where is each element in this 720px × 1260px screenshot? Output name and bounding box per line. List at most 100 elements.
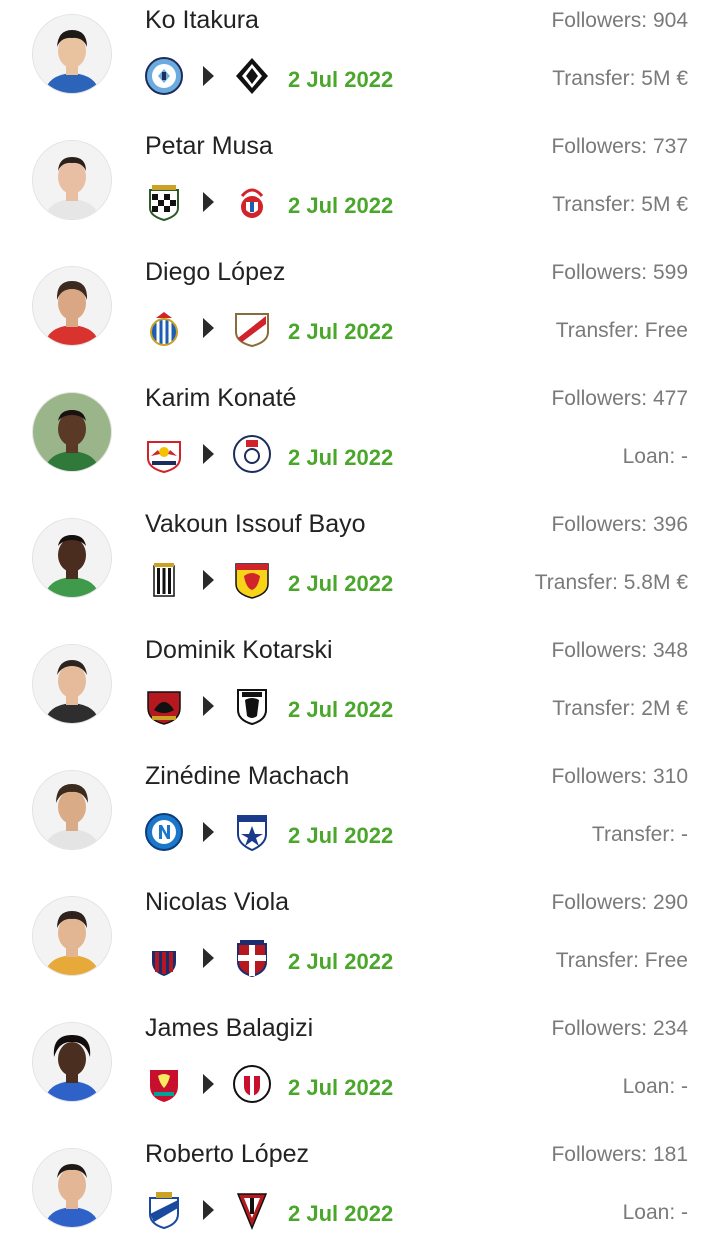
bologna-crest[interactable] xyxy=(144,938,184,978)
transfer-row[interactable]: Diego López Followers: 599 2 Jul 2022 Tr… xyxy=(0,252,720,378)
real-sociedad-crest[interactable] xyxy=(144,1190,184,1230)
gladbach-crest[interactable] xyxy=(232,56,272,96)
napoli-crest[interactable] xyxy=(144,812,184,852)
transfer-arrow-icon xyxy=(203,444,214,464)
player-name[interactable]: Vakoun Issouf Bayo xyxy=(145,510,366,539)
player-avatar[interactable] xyxy=(32,770,112,850)
player-avatar[interactable] xyxy=(32,518,112,598)
transfer-arrow-icon xyxy=(203,696,214,716)
transfer-date: 2 Jul 2022 xyxy=(288,949,394,974)
transfer-date: 2 Jul 2022 xyxy=(288,697,394,722)
transfer-fee: Transfer: - xyxy=(591,823,688,846)
player-photo xyxy=(33,393,111,471)
transfer-row[interactable]: Dominik Kotarski Followers: 348 2 Jul 20… xyxy=(0,630,720,756)
player-avatar[interactable] xyxy=(32,266,112,346)
transfer-row[interactable]: Karim Konaté Followers: 477 2 Jul 2022 L… xyxy=(0,378,720,504)
charleroi-crest[interactable] xyxy=(144,560,184,600)
transfer-date: 2 Jul 2022 xyxy=(288,193,394,218)
player-photo xyxy=(33,1149,111,1227)
transfer-arrow-icon xyxy=(203,570,214,590)
transfer-arrow-icon xyxy=(203,1200,214,1220)
liverpool-crest[interactable] xyxy=(144,1064,184,1104)
player-avatar[interactable] xyxy=(32,140,112,220)
transfer-row[interactable]: Zinédine Machach Followers: 310 2 Jul 20… xyxy=(0,756,720,882)
manchester-city-crest[interactable] xyxy=(144,56,184,96)
transfer-row[interactable]: Petar Musa Followers: 737 2 Jul 2022 Tra… xyxy=(0,126,720,252)
transfer-date: 2 Jul 2022 xyxy=(288,67,394,92)
transfer-row[interactable]: James Balagizi Followers: 234 2 Jul 2022… xyxy=(0,1008,720,1134)
transfer-arrow-icon xyxy=(203,66,214,86)
player-name[interactable]: Ko Itakura xyxy=(145,6,259,35)
player-name[interactable]: Roberto López xyxy=(145,1140,309,1169)
transfer-row[interactable]: Vakoun Issouf Bayo Followers: 396 2 Jul … xyxy=(0,504,720,630)
followers-count: Followers: 181 xyxy=(551,1143,688,1166)
transfer-date: 2 Jul 2022 xyxy=(288,1075,394,1100)
followers-count: Followers: 904 xyxy=(551,9,688,32)
red-bull-salzburg-crest[interactable] xyxy=(144,434,184,474)
transfer-arrow-icon xyxy=(203,948,214,968)
followers-count: Followers: 234 xyxy=(551,1017,688,1040)
transfer-date: 2 Jul 2022 xyxy=(288,445,394,470)
player-name[interactable]: Petar Musa xyxy=(145,132,273,161)
player-avatar[interactable] xyxy=(32,1022,112,1102)
player-name[interactable]: Diego López xyxy=(145,258,285,287)
player-name[interactable]: Zinédine Machach xyxy=(145,762,349,791)
player-avatar[interactable] xyxy=(32,14,112,94)
player-photo xyxy=(33,267,111,345)
player-name[interactable]: Nicolas Viola xyxy=(145,888,289,917)
transfer-arrow-icon xyxy=(203,822,214,842)
player-name[interactable]: Karim Konaté xyxy=(145,384,296,413)
player-photo xyxy=(33,771,111,849)
transfer-arrow-icon xyxy=(203,1074,214,1094)
transfer-fee: Loan: - xyxy=(622,445,688,468)
transfer-date: 2 Jul 2022 xyxy=(288,823,394,848)
mirandes-crest[interactable] xyxy=(232,1190,272,1230)
transfer-fee: Loan: - xyxy=(622,1075,688,1098)
followers-count: Followers: 599 xyxy=(551,261,688,284)
transfer-date: 2 Jul 2022 xyxy=(288,571,394,596)
gorica-crest[interactable] xyxy=(144,686,184,726)
transfer-fee: Transfer: Free xyxy=(555,949,688,972)
transfer-fee: Transfer: 2M € xyxy=(552,697,688,720)
player-avatar[interactable] xyxy=(32,644,112,724)
followers-count: Followers: 310 xyxy=(551,765,688,788)
rayo-vallecano-crest[interactable] xyxy=(232,308,272,348)
boavista-crest[interactable] xyxy=(144,182,184,222)
transfer-fee: Loan: - xyxy=(622,1201,688,1224)
transfer-fee: Transfer: 5.8M € xyxy=(534,571,688,594)
followers-count: Followers: 348 xyxy=(551,639,688,662)
player-name[interactable]: James Balagizi xyxy=(145,1014,313,1043)
transfer-fee: Transfer: 5M € xyxy=(552,193,688,216)
fc-liefering-crest[interactable] xyxy=(232,434,272,474)
transfer-list: Ko Itakura Followers: 904 2 Jul 2022 Tra… xyxy=(0,0,720,1240)
followers-count: Followers: 396 xyxy=(551,513,688,536)
transfer-date: 2 Jul 2022 xyxy=(288,319,394,344)
player-avatar[interactable] xyxy=(32,1148,112,1228)
espanyol-crest[interactable] xyxy=(144,308,184,348)
benfica-crest[interactable] xyxy=(232,182,272,222)
player-photo xyxy=(33,1023,111,1101)
player-photo xyxy=(33,141,111,219)
followers-count: Followers: 737 xyxy=(551,135,688,158)
transfer-arrow-icon xyxy=(203,192,214,212)
crawley-town-crest[interactable] xyxy=(232,1064,272,1104)
paok-crest[interactable] xyxy=(232,686,272,726)
transfer-row[interactable]: Roberto López Followers: 181 2 Jul 2022 … xyxy=(0,1134,720,1260)
cagliari-crest[interactable] xyxy=(232,938,272,978)
player-name[interactable]: Dominik Kotarski xyxy=(145,636,333,665)
transfer-row[interactable]: Ko Itakura Followers: 904 2 Jul 2022 Tra… xyxy=(0,0,720,126)
transfer-row[interactable]: Nicolas Viola Followers: 290 2 Jul 2022 … xyxy=(0,882,720,1008)
followers-count: Followers: 290 xyxy=(551,891,688,914)
pescara-crest[interactable] xyxy=(232,812,272,852)
player-photo xyxy=(33,15,111,93)
transfer-fee: Transfer: Free xyxy=(555,319,688,342)
player-avatar[interactable] xyxy=(32,392,112,472)
transfer-date: 2 Jul 2022 xyxy=(288,1201,394,1226)
player-photo xyxy=(33,897,111,975)
player-photo xyxy=(33,645,111,723)
player-avatar[interactable] xyxy=(32,896,112,976)
transfer-fee: Transfer: 5M € xyxy=(552,67,688,90)
followers-count: Followers: 477 xyxy=(551,387,688,410)
watford-crest[interactable] xyxy=(232,560,272,600)
transfer-arrow-icon xyxy=(203,318,214,338)
